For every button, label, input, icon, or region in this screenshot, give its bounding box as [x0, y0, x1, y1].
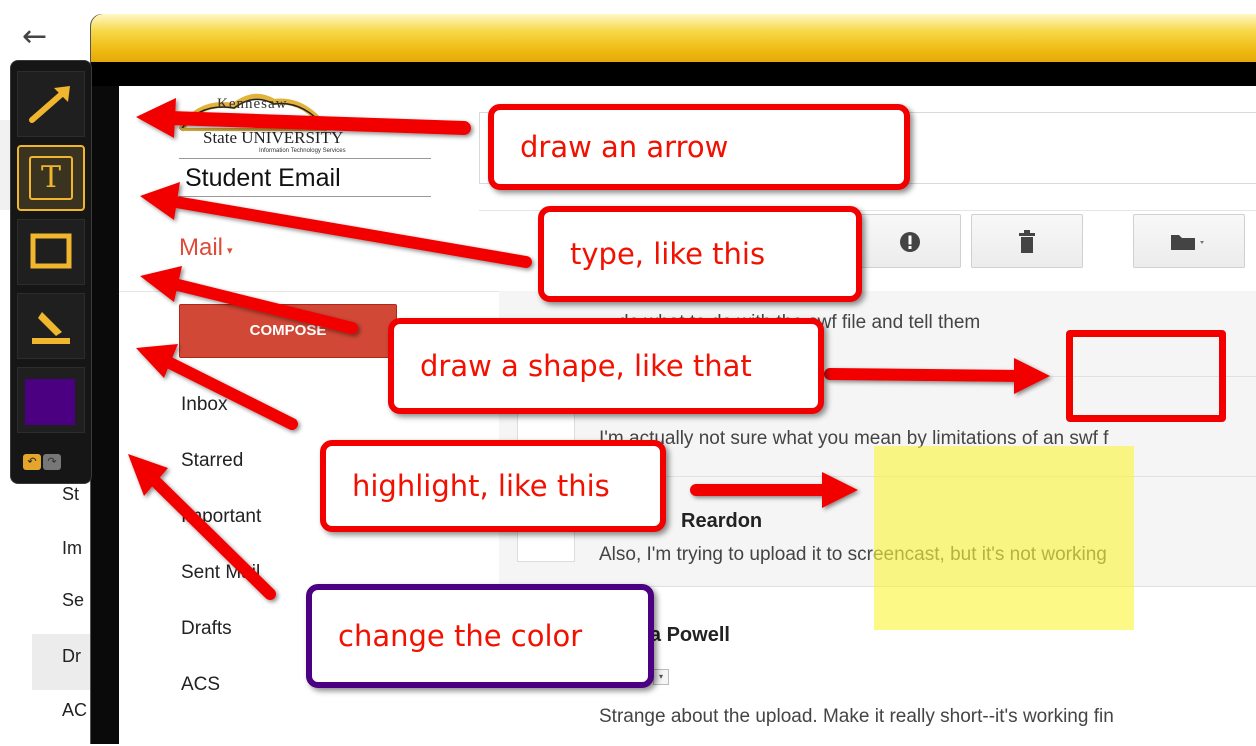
- arrow-head: [140, 182, 180, 220]
- callout-type-text: type, like this: [538, 206, 862, 302]
- arrow-head: [822, 472, 858, 508]
- callout-draw-arrow: draw an arrow: [488, 104, 910, 190]
- arrow-to-color-tool: [150, 476, 276, 600]
- arrow-to-highlight-tool: [162, 356, 298, 430]
- arrow-to-text-tool: [170, 196, 532, 268]
- callout-change-color: change the color: [306, 584, 654, 688]
- callout-highlight: highlight, like this: [320, 440, 666, 532]
- arrow-head: [136, 98, 176, 138]
- arrow-head: [140, 266, 182, 302]
- callout-draw-shape: draw a shape, like that: [388, 318, 824, 414]
- arrow-to-drawn-shape: [824, 368, 1028, 382]
- arrow-to-arrow-tool: [163, 111, 471, 135]
- arrow-head: [1014, 358, 1050, 394]
- arrow-to-shape-tool: [168, 278, 358, 334]
